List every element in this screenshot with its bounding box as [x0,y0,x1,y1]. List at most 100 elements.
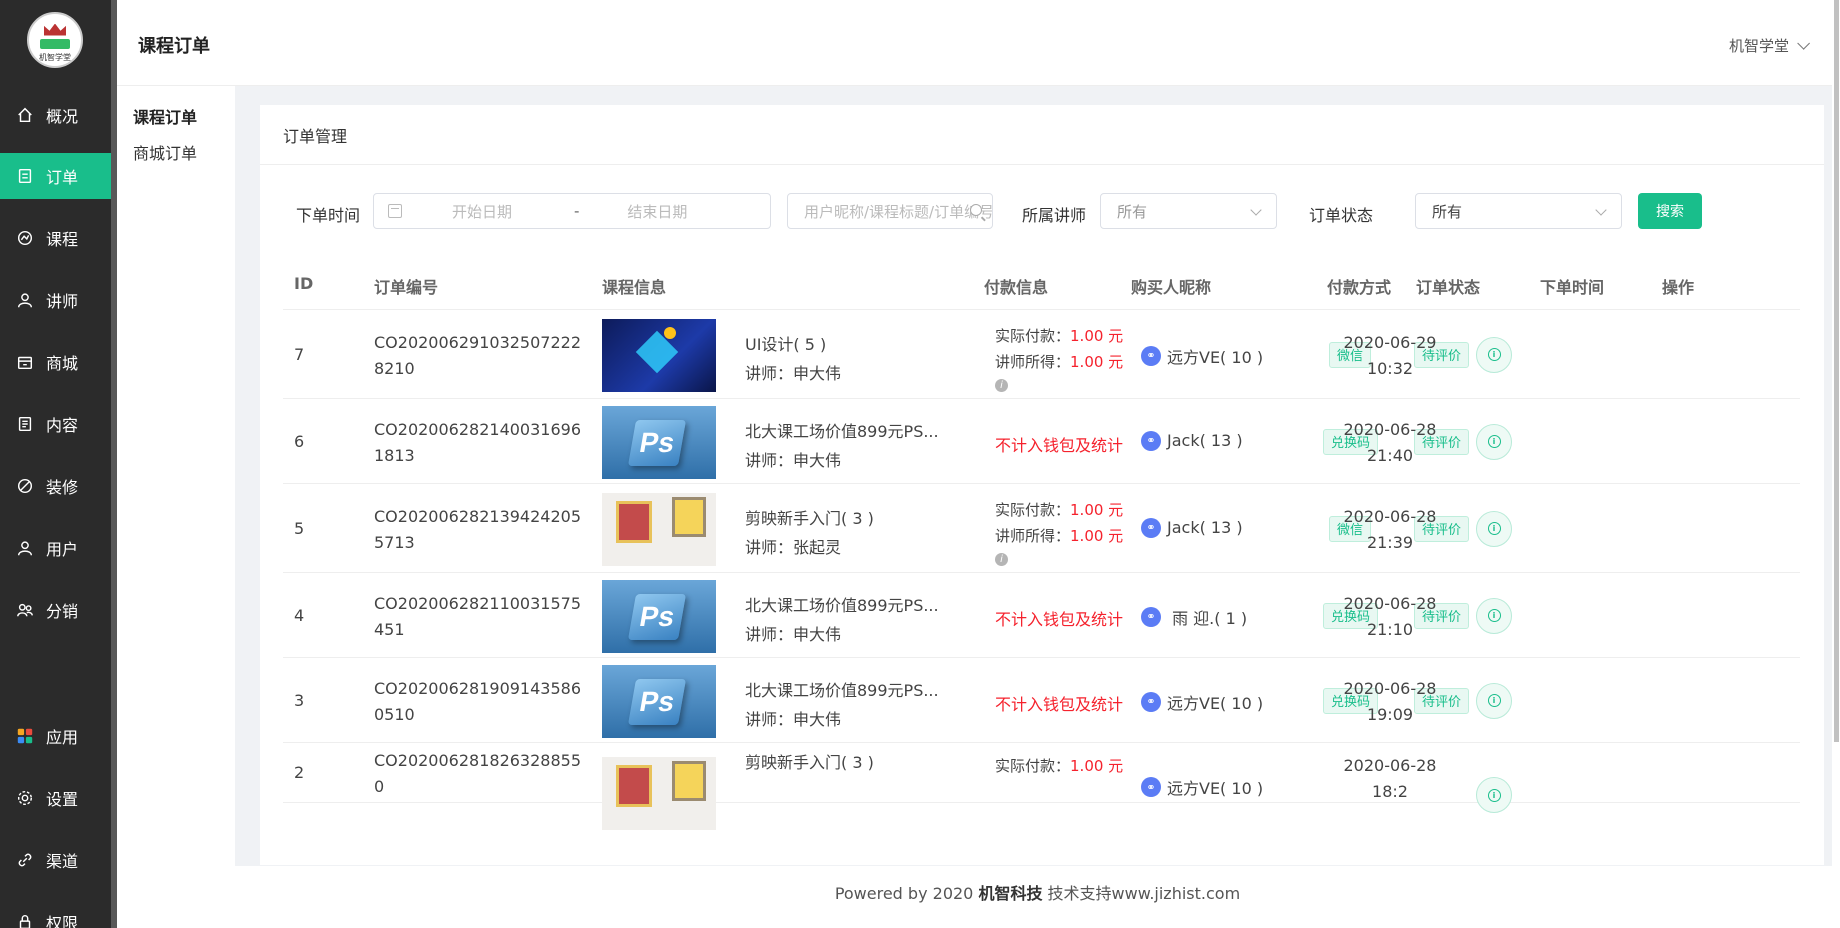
course-teacher: 讲师：申大伟 [745,624,842,644]
detail-button[interactable]: i [1476,336,1512,373]
buyer-nickname[interactable]: ⚭ 远方VE( 10 ) [1141,775,1263,799]
course-title[interactable]: 北大课工场价值899元PS... [745,677,939,701]
subnav-item-course-orders[interactable]: 课程订单 [133,104,197,128]
sidebar-item-permission[interactable]: 权限 [0,899,111,928]
info-icon[interactable]: i [995,552,1008,566]
table-row: 4 CO202006282110031575451 Ps 北大课工场价值899元PS.… [283,573,1800,658]
order-time: 2020-06-28 18:2 [1343,756,1437,801]
search-button[interactable]: 搜索 [1638,193,1702,229]
permission-icon [16,913,34,928]
course-thumbnail[interactable] [602,492,716,566]
sidebar-item-label: 用户 [46,540,79,559]
date-range-separator: - [574,202,580,220]
photoshop-logo-icon: Ps [627,678,687,725]
sidebar-item-store[interactable]: 商城 [0,339,111,385]
order-number: CO2020062818263288550 [374,751,581,796]
sidebar-item-user[interactable]: 用户 [0,525,111,571]
footer-prefix: Powered by 2020 [834,884,979,903]
info-circle-icon: i [1487,522,1501,535]
buyer-name: 远方VE( 10 ) [1167,347,1264,367]
scrollbar-thumb[interactable] [1834,0,1839,742]
main-scrollbar[interactable] [1832,0,1840,928]
sidebar-item-label: 商城 [46,354,79,373]
buyer-nickname[interactable]: ⚭ 远方VE( 10 ) [1141,690,1263,714]
course-thumbnail[interactable] [602,757,716,830]
sidebar-item-label: 课程 [46,230,79,249]
detail-button[interactable]: i [1476,597,1512,634]
buyer-name: 󠄀 雨 迎.( 1 ) [1167,608,1248,628]
link-user-icon: ⚭ [1141,777,1161,797]
sidebar-item-distribution[interactable]: 分销 [0,587,111,633]
teacher-earn-label: 讲师所得： [995,526,1071,545]
detail-button[interactable]: i [1476,682,1512,719]
sidebar-item-label: 渠道 [46,852,79,871]
date-range-picker[interactable]: 开始日期 - 结束日期 [373,193,771,229]
sidebar-item-label: 概况 [46,107,79,126]
calendar-icon [388,204,402,218]
actual-pay-value: 1.00 元 [1070,757,1124,775]
info-icon[interactable]: i [995,378,1008,392]
link-user-icon: ⚭ [1141,430,1161,451]
course-thumbnail[interactable] [602,318,716,392]
panel-title: 订单管理 [260,105,1824,165]
user-menu[interactable]: 机智学堂 [1729,35,1810,56]
end-date-input[interactable]: 结束日期 [627,201,687,222]
detail-button[interactable]: i [1476,510,1512,547]
sidebar-item-order[interactable]: 订单 [0,153,111,199]
decorate-icon [16,477,34,495]
course-title[interactable]: 剪映新手入门( 3 ) [745,505,874,529]
buyer-nickname[interactable]: ⚭ Jack( 13 ) [1141,430,1243,451]
course-title[interactable]: 北大课工场价值899元PS... [745,592,939,616]
store-icon [16,353,34,371]
order-number: CO2020062821400316961813 [374,419,581,465]
footer-brand: 机智科技 [978,884,1043,903]
course-title[interactable]: 北大课工场价值899元PS... [745,418,939,442]
page-footer: Powered by 2020 机智科技 技术支持www.jizhist.com [235,866,1840,928]
payment-not-counted: 不计入钱包及统计 [995,435,1124,455]
table-row: 6 CO2020062821400316961813 Ps 北大课工场价值899元PS… [283,399,1800,484]
course-thumbnail[interactable]: Ps [602,579,716,653]
sidebar-item-content[interactable]: 内容 [0,401,111,447]
buyer-nickname[interactable]: ⚭ Jack( 13 ) [1141,517,1243,538]
table-row: 5 CO2020062821394242055713 剪映新手入门( 3 ) 讲师：张… [283,484,1800,573]
sidebar-item-decorate[interactable]: 装修 [0,463,111,509]
status-select-value: 所有 [1432,202,1463,221]
start-date-input[interactable]: 开始日期 [452,201,562,222]
chevron-down-icon [1250,204,1262,216]
sidebar-item-course[interactable]: 课程 [0,215,111,261]
sidebar-item-settings[interactable]: 设置 [0,775,111,821]
teacher-select[interactable]: 所有 [1100,193,1277,229]
order-id: 3 [294,690,305,710]
app-logo[interactable]: 机智学堂 [27,12,83,68]
order-id: 7 [294,344,305,364]
detail-button[interactable]: i [1476,777,1512,813]
subnav-item-store-orders[interactable]: 商城订单 [133,140,197,164]
sidebar-item-teacher[interactable]: 讲师 [0,277,111,323]
user-icon [16,539,34,557]
buyer-name: 远方VE( 10 ) [1167,693,1264,713]
payment-info: 实际付款：1.00 元讲师所得：1.00 元i [995,323,1123,392]
order-time-label: 下单时间 [296,206,361,225]
top-header: 课程订单 机智学堂 [117,0,1840,86]
chevron-down-icon [1595,204,1607,216]
sidebar-item-apps[interactable]: 应用 [0,713,111,759]
payment-not-counted: 不计入钱包及统计 [995,694,1124,714]
order-panel: 订单管理 下单时间 开始日期 - 结束日期 用户昵称/课程标题/订单编号 所属讲… [260,105,1824,865]
info-circle-icon: i [1487,348,1501,361]
photoshop-logo-icon: Ps [627,593,687,640]
buyer-nickname[interactable]: ⚭ 远方VE( 10 ) [1141,344,1263,368]
course-thumbnail[interactable]: Ps [602,405,716,479]
course-thumbnail[interactable]: Ps [602,664,716,738]
course-title[interactable]: 剪映新手入门( 3 ) [745,749,874,773]
status-select[interactable]: 所有 [1415,193,1622,229]
sidebar-item-home[interactable]: 概况 [0,92,111,138]
course-title[interactable]: UI设计( 5 ) [745,331,826,355]
info-circle-icon: i [1487,788,1501,802]
search-placeholder: 用户昵称/课程标题/订单编号 [804,202,993,221]
sidebar-item-link[interactable]: 渠道 [0,837,111,883]
main-sidebar: 机智学堂 概况订单课程讲师商城内容装修用户分销应用设置渠道权限 [0,0,111,928]
detail-button[interactable]: i [1476,423,1512,460]
buyer-nickname[interactable]: ⚭󠄀 雨 迎.( 1 ) [1141,605,1247,629]
keyword-search-input[interactable]: 用户昵称/课程标题/订单编号 [787,193,993,229]
link-user-icon: ⚭ [1141,517,1161,538]
